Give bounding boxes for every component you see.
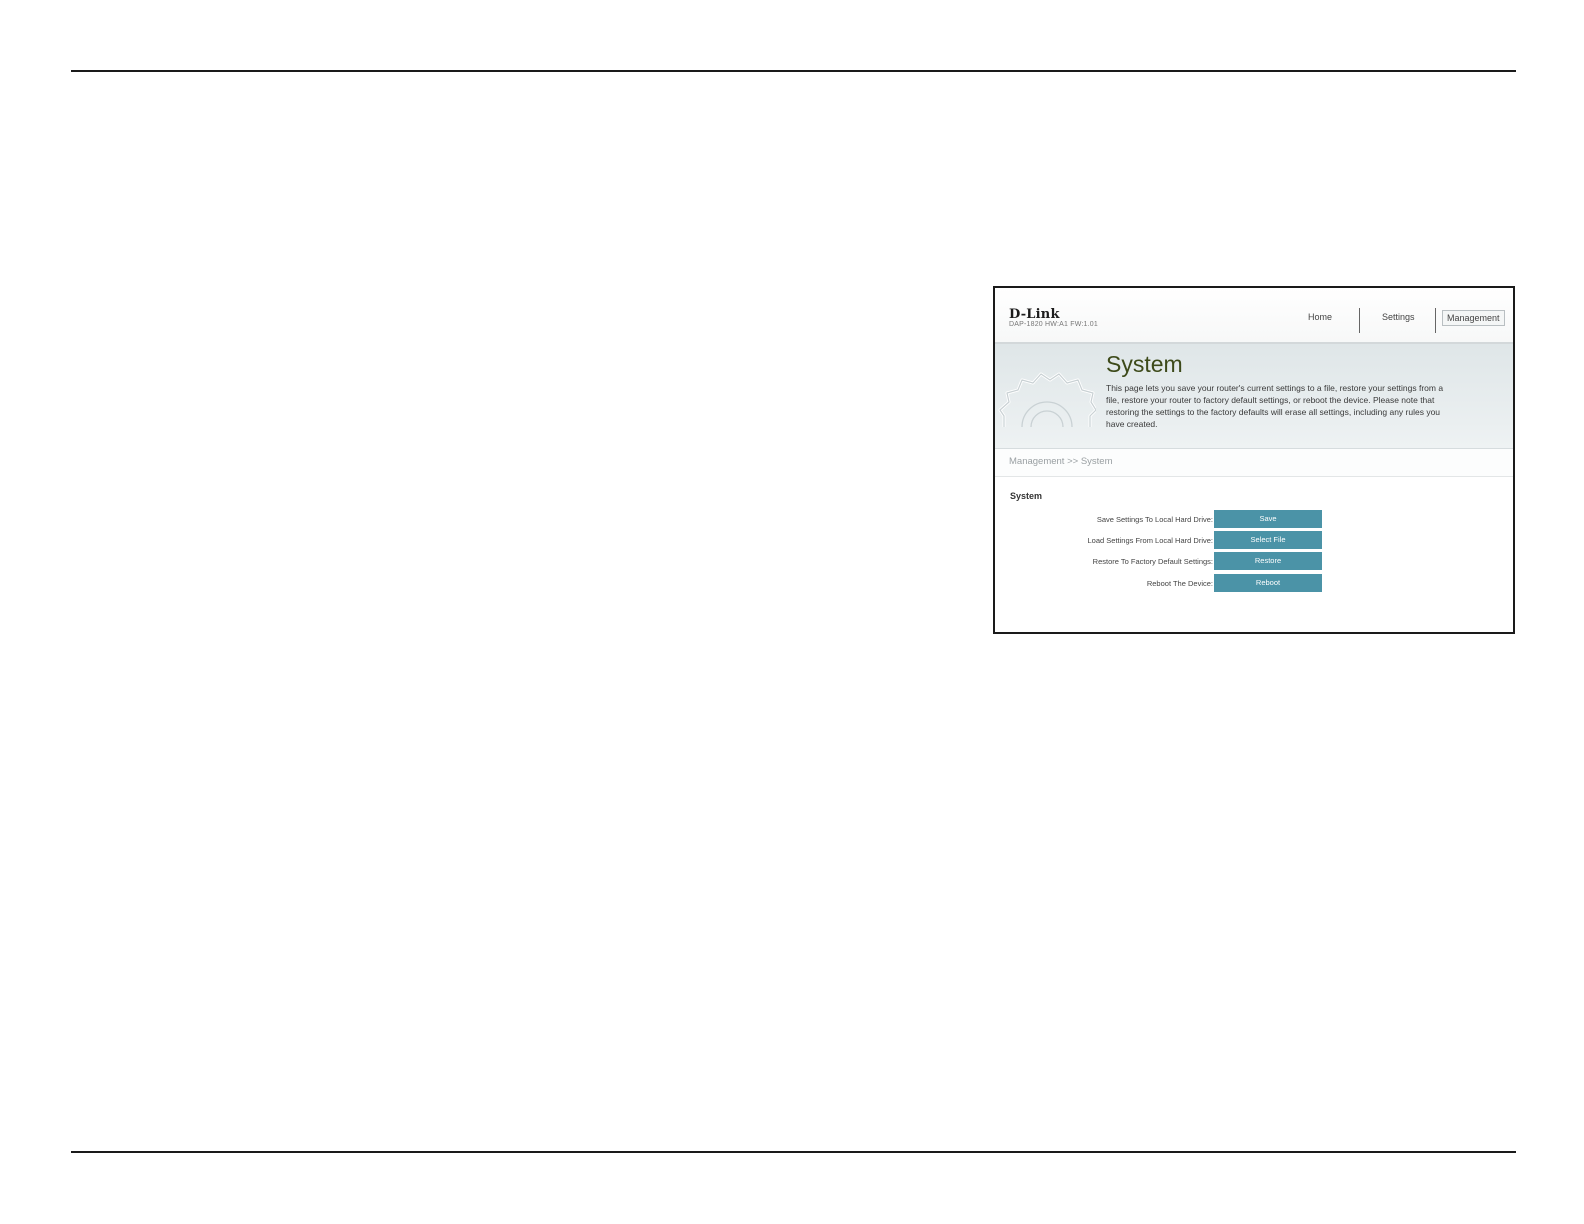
select-file-button[interactable]: Select File <box>1214 531 1322 549</box>
router-screenshot: D-Link DAP-1820 HW:A1 FW:1.01 Home Setti… <box>993 286 1515 634</box>
top-bar: D-Link DAP-1820 HW:A1 FW:1.01 Home Setti… <box>995 288 1513 344</box>
nav-home[interactable]: Home <box>1308 312 1332 322</box>
bottom-rule <box>71 1151 1516 1153</box>
page-description: This page lets you save your router's cu… <box>1106 383 1444 429</box>
breadcrumb-bar: Management >> System <box>995 449 1513 477</box>
top-rule <box>71 70 1516 72</box>
load-settings-label: Load Settings From Local Hard Drive: <box>1087 536 1213 545</box>
save-settings-label: Save Settings To Local Hard Drive: <box>1096 515 1213 524</box>
reboot-device-label: Reboot The Device: <box>1146 579 1213 588</box>
reboot-button[interactable]: Reboot <box>1214 574 1322 592</box>
nav-settings[interactable]: Settings <box>1382 312 1415 322</box>
page-header: System This page lets you save your rout… <box>995 344 1513 449</box>
dlink-logo: D-Link <box>1009 307 1060 322</box>
model-info: DAP-1820 HW:A1 FW:1.01 <box>1009 321 1098 328</box>
save-button[interactable]: Save <box>1214 510 1322 528</box>
section-title: System <box>1010 491 1043 501</box>
nav-divider <box>1435 308 1436 333</box>
gear-icon <box>998 372 1096 428</box>
nav-management[interactable]: Management <box>1442 310 1505 326</box>
breadcrumb: Management >> System <box>1009 456 1113 467</box>
restore-button[interactable]: Restore <box>1214 552 1322 570</box>
restore-defaults-label: Restore To Factory Default Settings: <box>1092 557 1213 566</box>
page-title: System <box>1106 351 1183 377</box>
nav-divider <box>1359 308 1360 333</box>
